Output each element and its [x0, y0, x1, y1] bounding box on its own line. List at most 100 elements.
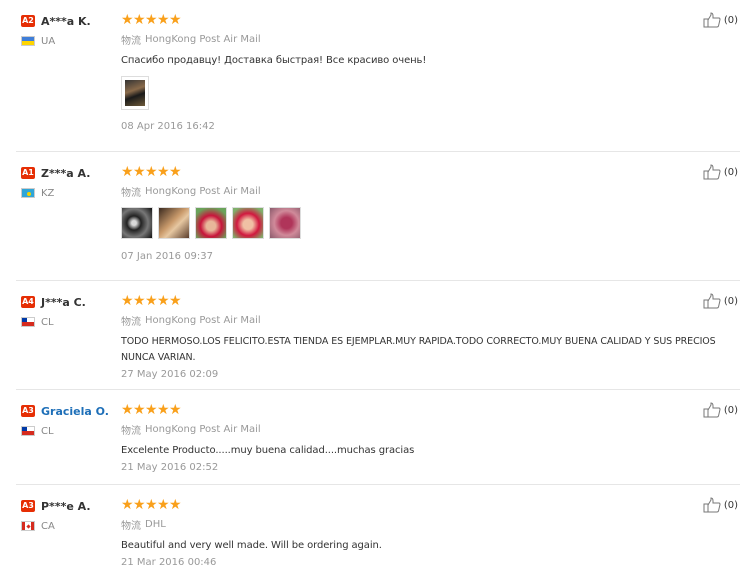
review-body: ★ ★ ★ ★ ★ 物流 DHL Beautiful and very well mad… — [121, 498, 721, 568]
thumbs-up-icon — [703, 293, 721, 309]
shipping-info: 物流 HongKong Post Air Mail — [121, 313, 741, 328]
review-photos — [121, 207, 721, 239]
review-photo-thumbnail[interactable] — [269, 207, 301, 239]
review-comment: Beautiful and very well made. Will be or… — [121, 540, 382, 551]
helpful-count: (0) — [723, 14, 738, 26]
star-rating: ★ ★ ★ ★ ★ — [121, 165, 721, 179]
review-body: ★ ★ ★ ★ ★ 物流 HongKong Post Air Mail 07 Jan 2… — [121, 165, 721, 262]
shipping-label: 物流 — [121, 187, 141, 199]
star-icon: ★ — [157, 164, 170, 180]
reviewer-info: A3 Graciela O. CL — [21, 403, 117, 437]
flag-ca-icon — [21, 521, 35, 531]
helpful-vote-button[interactable]: (0) — [703, 164, 738, 180]
reviewer-info: A4 J***a C. CL — [21, 294, 117, 328]
shipping-method: HongKong Post Air Mail — [145, 423, 261, 435]
star-icon: ★ — [145, 293, 158, 309]
buyer-level-badge: A3 — [21, 405, 35, 417]
review-photos — [121, 77, 721, 109]
shipping-info: 物流 DHL — [121, 517, 721, 532]
star-icon: ★ — [169, 12, 182, 28]
flag-cl-icon — [21, 317, 35, 327]
shipping-method: HongKong Post Air Mail — [145, 185, 261, 197]
review-item: A1 Z***a A. KZ ★ ★ ★ ★ ★ 物流 HongKong Post Ai… — [0, 152, 750, 281]
star-icon: ★ — [121, 402, 134, 418]
star-icon: ★ — [133, 12, 146, 28]
star-icon: ★ — [145, 12, 158, 28]
review-photo-thumbnail[interactable] — [121, 207, 153, 239]
buyer-level-badge: A2 — [21, 15, 35, 27]
reviewer-name: P***e A. — [41, 499, 91, 513]
reviewer-country: CA — [41, 520, 55, 532]
helpful-vote-button[interactable]: (0) — [703, 402, 738, 418]
star-icon: ★ — [121, 293, 134, 309]
star-rating: ★ ★ ★ ★ ★ — [121, 498, 721, 512]
review-date: 21 May 2016 02:52 — [121, 462, 219, 473]
reviewer-country: CL — [41, 316, 54, 328]
star-icon: ★ — [121, 12, 134, 28]
star-icon: ★ — [133, 293, 146, 309]
star-icon: ★ — [169, 497, 182, 513]
helpful-count: (0) — [723, 499, 738, 511]
shipping-method: DHL — [145, 518, 166, 530]
buyer-level-badge: A3 — [21, 500, 35, 512]
thumbs-up-icon — [703, 12, 721, 28]
star-icon: ★ — [157, 402, 170, 418]
review-comment: Спасибо продавцу! Доставка быстрая! Все … — [121, 55, 427, 66]
review-photo-thumbnail[interactable] — [195, 207, 227, 239]
star-icon: ★ — [121, 164, 134, 180]
star-rating: ★ ★ ★ ★ ★ — [121, 403, 721, 417]
reviewer-info: A2 A***a K. UA — [21, 13, 117, 47]
reviewer-info: A3 P***e A. CA — [21, 498, 117, 532]
review-item: A3 P***e A. CA ★ ★ ★ ★ ★ 物流 DHL Beautiful an… — [0, 485, 750, 582]
star-icon: ★ — [133, 497, 146, 513]
star-rating: ★ ★ ★ ★ ★ — [121, 294, 741, 308]
thumbs-up-icon — [703, 402, 721, 418]
thumbs-up-icon — [703, 497, 721, 513]
star-icon: ★ — [133, 164, 146, 180]
shipping-label: 物流 — [121, 316, 141, 328]
buyer-level-badge: A1 — [21, 167, 35, 179]
star-rating: ★ ★ ★ ★ ★ — [121, 13, 721, 27]
star-icon: ★ — [145, 402, 158, 418]
shipping-label: 物流 — [121, 520, 141, 532]
review-body: ★ ★ ★ ★ ★ 物流 HongKong Post Air Mail Excelent… — [121, 403, 721, 473]
reviewer-country: CL — [41, 425, 54, 437]
helpful-vote-button[interactable]: (0) — [703, 12, 738, 28]
flag-ua-icon — [21, 36, 35, 46]
helpful-count: (0) — [723, 166, 738, 178]
review-body: ★ ★ ★ ★ ★ 物流 HongKong Post Air Mail Спасибо … — [121, 13, 721, 132]
review-photo-thumbnail[interactable] — [122, 77, 148, 109]
review-item: A4 J***a C. CL ★ ★ ★ ★ ★ 物流 HongKong Post Ai… — [0, 281, 750, 390]
star-icon: ★ — [133, 402, 146, 418]
star-icon: ★ — [169, 293, 182, 309]
reviewer-name-link[interactable]: Graciela O. — [41, 405, 109, 418]
reviewer-name: A***a K. — [41, 14, 91, 28]
shipping-info: 物流 HongKong Post Air Mail — [121, 184, 721, 199]
reviewer-info: A1 Z***a A. KZ — [21, 165, 117, 199]
helpful-count: (0) — [723, 295, 738, 307]
review-item: A2 A***a K. UA ★ ★ ★ ★ ★ 物流 HongKong Post Ai… — [0, 0, 750, 152]
review-date: 27 May 2016 02:09 — [121, 369, 219, 380]
star-icon: ★ — [157, 497, 170, 513]
review-feed: A2 A***a K. UA ★ ★ ★ ★ ★ 物流 HongKong Post Ai… — [0, 0, 750, 582]
review-date: 21 Mar 2016 00:46 — [121, 557, 217, 568]
review-photo-thumbnail[interactable] — [232, 207, 264, 239]
star-icon: ★ — [145, 497, 158, 513]
helpful-vote-button[interactable]: (0) — [703, 293, 738, 309]
review-photo-thumbnail[interactable] — [158, 207, 190, 239]
shipping-info: 物流 HongKong Post Air Mail — [121, 422, 721, 437]
star-icon: ★ — [121, 497, 134, 513]
shipping-method: HongKong Post Air Mail — [145, 314, 261, 326]
review-comment: Excelente Producto.....muy buena calidad… — [121, 445, 415, 456]
review-date: 08 Apr 2016 16:42 — [121, 121, 215, 132]
review-body: ★ ★ ★ ★ ★ 物流 HongKong Post Air Mail TODO HER… — [121, 294, 741, 380]
shipping-info: 物流 HongKong Post Air Mail — [121, 32, 721, 47]
flag-cl-icon — [21, 426, 35, 436]
star-icon: ★ — [145, 164, 158, 180]
star-icon: ★ — [157, 12, 170, 28]
star-icon: ★ — [169, 164, 182, 180]
helpful-vote-button[interactable]: (0) — [703, 497, 738, 513]
shipping-label: 物流 — [121, 425, 141, 437]
reviewer-country: UA — [41, 35, 56, 47]
flag-kz-icon — [21, 188, 35, 198]
